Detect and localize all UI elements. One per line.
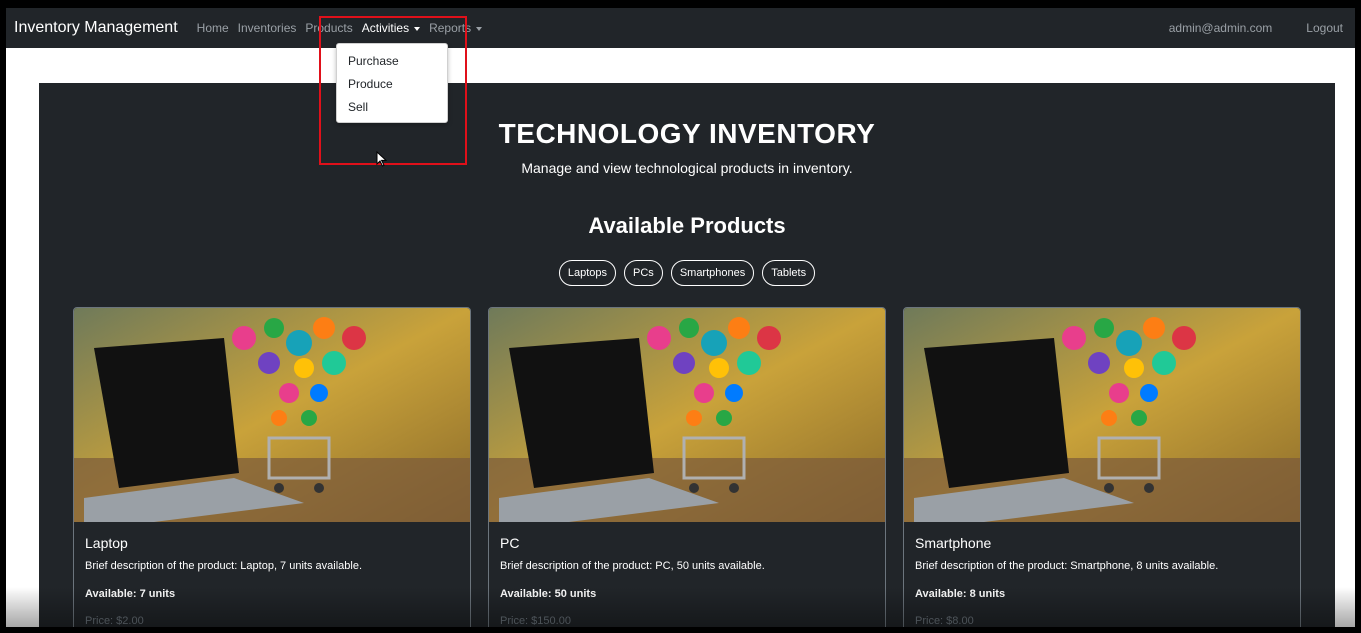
card-body: PC Brief description of the product: PC,… (500, 535, 875, 627)
card-body: Smartphone Brief description of the prod… (915, 535, 1290, 627)
card-availability: Available: 50 units (500, 588, 597, 600)
card-price: Price: $2.00 (85, 615, 144, 627)
filter-tablets[interactable]: Tablets (762, 260, 816, 286)
dropdown-item-purchase[interactable]: Purchase (348, 54, 399, 68)
hero-subtitle: Manage and view technological products i… (521, 160, 853, 176)
card-availability: Available: 8 units (915, 588, 1006, 600)
product-image (74, 308, 470, 522)
card-title: Smartphone (915, 535, 992, 551)
nav-products[interactable]: Products (305, 21, 352, 35)
hero-section: TECHNOLOGY INVENTORY Manage and view tec… (39, 83, 1335, 627)
card-price: Price: $8.00 (915, 615, 974, 627)
nav-activities-dropdown[interactable]: Activities (361, 21, 421, 35)
card-price: Price: $150.00 (500, 615, 571, 627)
hero-title: TECHNOLOGY INVENTORY (498, 118, 876, 149)
card-title: Laptop (85, 535, 128, 551)
nav-reports-label: Reports (429, 21, 472, 35)
product-card-laptop: Laptop Brief description of the product:… (73, 307, 471, 627)
nav-activities-label: Activities (361, 21, 410, 35)
card-availability: Available: 7 units (85, 588, 176, 600)
card-title: PC (500, 535, 520, 551)
user-email: admin@admin.com (1168, 21, 1273, 35)
nav-reports-dropdown[interactable]: Reports (429, 21, 483, 35)
filter-laptops[interactable]: Laptops (558, 260, 617, 286)
nav-right-group: admin@admin.com Logout (1169, 21, 1355, 35)
card-description: Brief description of the product: PC, 50… (500, 560, 765, 572)
nav-home[interactable]: Home (197, 21, 229, 35)
card-description: Brief description of the product: Smartp… (915, 560, 1219, 572)
products-section-title: Available Products (588, 213, 786, 238)
card-body: Laptop Brief description of the product:… (85, 535, 460, 627)
caret-down-icon (476, 26, 483, 31)
filter-pcs[interactable]: PCs (624, 260, 663, 286)
dropdown-item-sell[interactable]: Sell (348, 100, 368, 114)
activities-dropdown-menu: Purchase Produce Sell (336, 43, 448, 123)
product-card-smartphone: Smartphone Brief description of the prod… (903, 307, 1301, 627)
category-filters: Laptops PCs Smartphones Tablets (39, 260, 1335, 286)
nav-inventories[interactable]: Inventories (238, 21, 297, 35)
app-window: Inventory Management Home Inventories Pr… (6, 8, 1355, 627)
card-description: Brief description of the product: Laptop… (85, 560, 363, 572)
logout-link[interactable]: Logout (1306, 21, 1343, 35)
caret-down-icon (414, 26, 421, 31)
product-image (904, 308, 1300, 522)
product-image (489, 308, 885, 522)
product-card-pc: PC Brief description of the product: PC,… (488, 307, 886, 627)
brand-link[interactable]: Inventory Management (14, 19, 178, 37)
top-navbar: Inventory Management Home Inventories Pr… (6, 8, 1355, 48)
mouse-cursor-icon (376, 151, 388, 167)
filter-smartphones[interactable]: Smartphones (670, 260, 755, 286)
dropdown-item-produce[interactable]: Produce (348, 77, 393, 91)
